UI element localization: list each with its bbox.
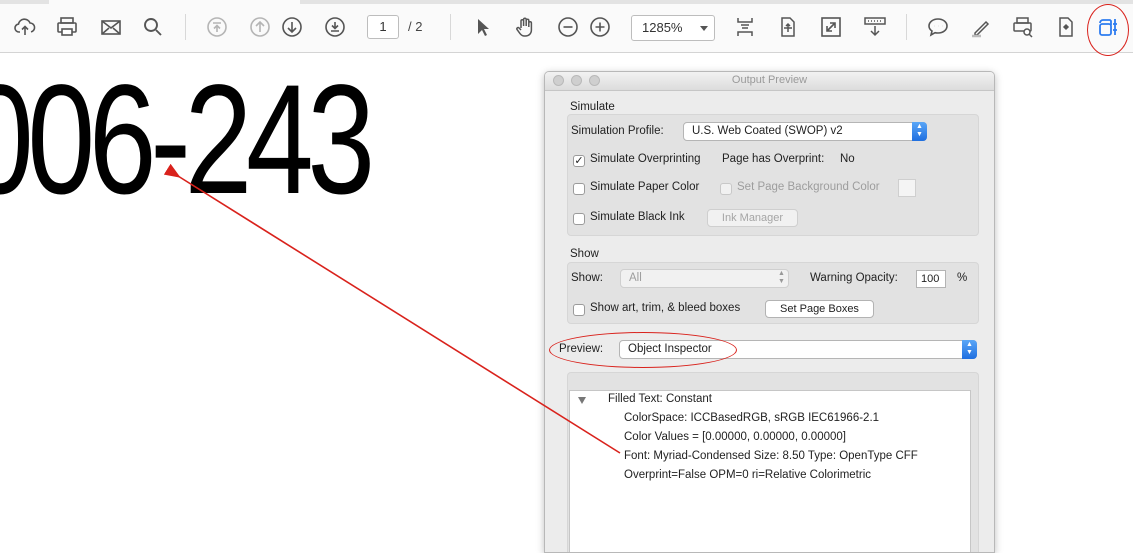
chevron-down-icon: [700, 26, 708, 31]
simulation-profile-value: U.S. Web Coated (SWOP) v2: [692, 125, 843, 137]
last-page-icon[interactable]: [320, 12, 350, 42]
cloud-upload-icon[interactable]: [10, 12, 40, 42]
show-boxes-label: Show art, trim, & bleed boxes: [590, 302, 741, 314]
simulate-paper-color-label: Simulate Paper Color: [590, 181, 700, 193]
zoom-in-icon[interactable]: [585, 12, 615, 42]
disclosure-triangle-icon[interactable]: [578, 397, 586, 404]
simulate-heading: Simulate: [570, 101, 615, 113]
search-icon[interactable]: [138, 12, 168, 42]
show-select[interactable]: All ▲ ▼: [620, 269, 789, 288]
page-background-label: Set Page Background Color: [737, 181, 880, 193]
inspector-property: ColorSpace: ICCBasedRGB, sRGB IEC61966-2…: [624, 412, 880, 424]
toolbar-divider: [185, 14, 186, 40]
simulation-profile-select[interactable]: U.S. Web Coated (SWOP) v2 ▲ ▼: [683, 122, 927, 141]
ink-manager-button[interactable]: Ink Manager: [707, 209, 798, 227]
stepper-arrows-icon: ▲ ▼: [778, 270, 785, 285]
stepper-arrows-icon: ▲ ▼: [962, 340, 977, 359]
percent-label: %: [957, 272, 968, 284]
toolbar: 1 / 2 1285%: [0, 0, 1133, 56]
previous-page-icon[interactable]: [245, 12, 275, 42]
warning-opacity-input[interactable]: 100: [916, 270, 946, 288]
first-page-icon[interactable]: [202, 12, 232, 42]
output-preview-window: Output Preview Simulate Simulation Profi…: [544, 71, 995, 553]
window-titlebar: Output Preview: [545, 72, 994, 91]
inspector-root-item[interactable]: Filled Text: Constant: [608, 393, 712, 405]
next-page-icon[interactable]: [277, 12, 307, 42]
tab-edge: [0, 0, 49, 4]
page-has-overprint-value: No: [840, 153, 855, 165]
show-panel: Show: All ▲ ▼ Warning Opacity: 100 % Show…: [567, 262, 979, 324]
full-screen-icon[interactable]: [816, 12, 846, 42]
background-color-swatch[interactable]: [898, 179, 916, 197]
object-inspector-list[interactable]: Filled Text: Constant ColorSpace: ICCBas…: [569, 390, 971, 552]
page-has-overprint-label: Page has Overprint:: [722, 153, 825, 165]
inspector-property: Overprint=False OPM=0 ri=Relative Colori…: [624, 469, 872, 481]
mail-icon[interactable]: [96, 12, 126, 42]
simulate-paper-color-checkbox[interactable]: [573, 183, 585, 195]
page-number-input[interactable]: 1: [367, 15, 399, 39]
window-title: Output Preview: [731, 74, 808, 86]
simulate-black-ink-label: Simulate Black Ink: [590, 211, 685, 223]
simulate-overprinting-checkbox[interactable]: ✓: [573, 155, 585, 167]
toolbar-divider: [450, 14, 451, 40]
simulation-profile-label: Simulation Profile:: [571, 125, 664, 137]
fit-page-icon[interactable]: [730, 12, 760, 42]
rotate-icon[interactable]: [773, 12, 803, 42]
pages-icon[interactable]: [1051, 12, 1081, 42]
scroll-mode-icon[interactable]: [860, 12, 890, 42]
warning-opacity-label: Warning Opacity:: [810, 272, 898, 284]
print-production-icon[interactable]: [1008, 12, 1038, 42]
set-page-boxes-button[interactable]: Set Page Boxes: [765, 300, 874, 318]
simulate-panel: Simulation Profile: U.S. Web Coated (SWO…: [567, 114, 979, 236]
tab-edge: [300, 0, 1133, 4]
page-background-checkbox[interactable]: [720, 183, 732, 195]
inspector-property: Color Values = [0.00000, 0.00000, 0.0000…: [624, 431, 846, 443]
zoom-out-icon[interactable]: [553, 12, 583, 42]
inspector-property: Font: Myriad-Condensed Size: 8.50 Type: …: [624, 450, 918, 462]
stepper-arrows-icon: ▲ ▼: [912, 122, 927, 141]
print-icon[interactable]: [52, 12, 82, 42]
preview-value: Object Inspector: [628, 343, 712, 355]
show-label: Show:: [571, 272, 603, 284]
comment-icon[interactable]: [923, 12, 953, 42]
show-value: All: [629, 272, 642, 284]
show-boxes-checkbox[interactable]: [573, 304, 585, 316]
show-heading: Show: [570, 248, 599, 260]
output-preview-icon[interactable]: [1093, 12, 1123, 42]
preview-select[interactable]: Object Inspector ▲ ▼: [619, 340, 977, 359]
toolbar-divider: [906, 14, 907, 40]
simulate-black-ink-checkbox[interactable]: [573, 213, 585, 225]
highlight-icon[interactable]: [966, 12, 996, 42]
preview-label: Preview:: [559, 343, 604, 355]
simulate-overprinting-label: Simulate Overprinting: [590, 153, 701, 165]
hand-icon[interactable]: [510, 12, 540, 42]
zoom-select[interactable]: 1285%: [631, 15, 715, 41]
select-arrow-icon[interactable]: [467, 12, 497, 42]
document-text: 006-243: [0, 53, 375, 227]
zoom-value: 1285%: [642, 20, 683, 35]
page-total: / 2: [408, 19, 423, 34]
